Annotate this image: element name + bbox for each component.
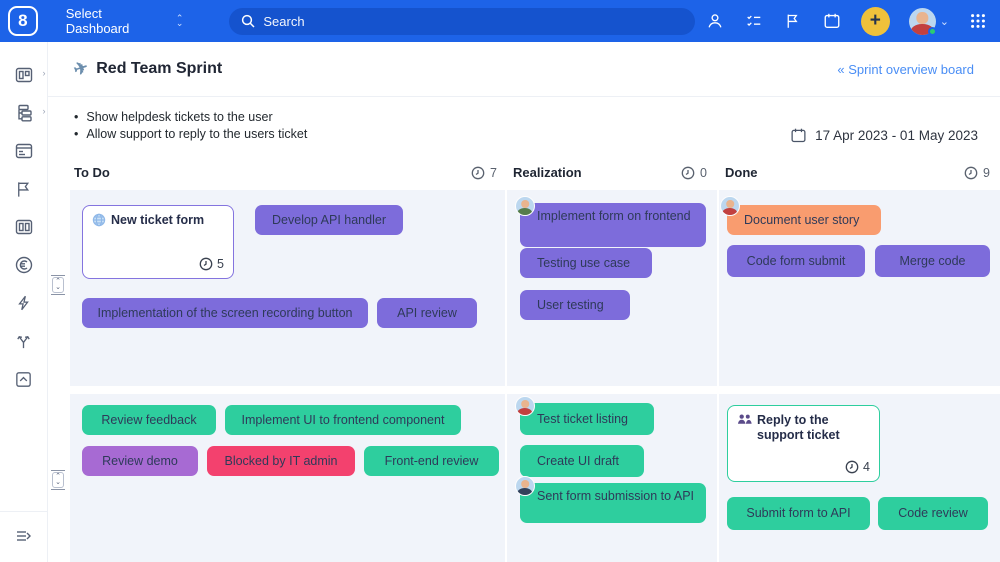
card[interactable]: Submit form to API [727, 497, 870, 530]
card[interactable]: Merge code [875, 245, 990, 277]
card-hours-badge: 5 [199, 257, 224, 271]
task-card-reply-support[interactable]: Reply to the support ticket 4 [727, 405, 880, 482]
column-hours-badge: 9 [964, 166, 990, 180]
page-header: ✈ Red Team Sprint « Sprint overview boar… [48, 42, 1000, 97]
column-headers: To Do 7 Realization 0 Done 9 [48, 155, 1000, 190]
lane2-collapse-toggle[interactable]: ⌃⌄ [50, 470, 66, 492]
card[interactable]: Code form submit [727, 245, 865, 277]
online-status-dot [928, 27, 937, 36]
card[interactable]: Testing use case [520, 248, 652, 278]
people-icon [737, 413, 752, 443]
card[interactable]: Front-end review [364, 446, 499, 476]
globe-icon [92, 213, 106, 228]
sprint-date-range: 17 Apr 2023 - 01 May 2023 [790, 115, 978, 155]
search-bar[interactable] [229, 8, 694, 35]
sidebar-item-archive[interactable] [4, 360, 44, 398]
card[interactable]: Implement UI to frontend component [225, 405, 461, 435]
lane1-collapse-toggle[interactable]: ⌃⌄ [50, 275, 66, 297]
column-hours-badge: 7 [471, 166, 497, 180]
card[interactable]: Sent form submission to API [520, 483, 706, 523]
kanban-board: ⌃⌄ ⌃⌄ New ticket form 5 Develop API hand… [48, 190, 1000, 562]
profile-icon[interactable] [705, 11, 725, 31]
card[interactable]: Review demo [82, 446, 198, 476]
card[interactable]: API review [377, 298, 477, 328]
dashboard-selector-label: Select Dashboard [66, 6, 168, 36]
card[interactable]: Blocked by IT admin [207, 446, 355, 476]
column-header-realization: Realization 0 [505, 155, 717, 190]
sidebar-item-structure[interactable]: › [4, 94, 44, 132]
top-bar: 8 Select Dashboard ⌃⌄ + ⌄ [0, 0, 1000, 42]
card[interactable]: Review feedback [82, 405, 216, 435]
left-sidebar: › › [0, 42, 48, 562]
assignee-avatar [515, 476, 535, 496]
assignee-avatar [515, 396, 535, 416]
assignee-avatar [515, 196, 535, 216]
card-hours-badge: 4 [845, 460, 870, 474]
chevron-updown-icon: ⌃⌄ [176, 16, 184, 26]
calendar-icon[interactable] [822, 11, 842, 31]
card[interactable]: Implement form on frontend [520, 203, 706, 247]
column-header-done: Done 9 [717, 155, 1000, 190]
sprint-goal-item: Allow support to reply to the users tick… [74, 126, 307, 143]
apps-grid-icon[interactable] [968, 11, 988, 31]
sidebar-item-automation[interactable] [4, 284, 44, 322]
main-content: ✈ Red Team Sprint « Sprint overview boar… [48, 42, 1000, 562]
expand-chevron-icon: › [43, 68, 46, 78]
expand-chevron-icon: › [43, 106, 46, 116]
column-header-todo: To Do 7 [48, 155, 505, 190]
chevron-down-icon: ⌄ [940, 15, 949, 28]
flag-icon[interactable] [783, 11, 803, 31]
sidebar-collapse[interactable] [0, 511, 47, 562]
card[interactable]: User testing [520, 290, 630, 320]
sprint-overview-link[interactable]: « Sprint overview board [837, 62, 974, 77]
column-hours-badge: 0 [681, 166, 707, 180]
card[interactable]: Implementation of the screen recording b… [82, 298, 368, 328]
card[interactable]: Code review [878, 497, 988, 530]
card[interactable]: Develop API handler [255, 205, 403, 235]
task-card-new-ticket-form[interactable]: New ticket form 5 [82, 205, 234, 279]
dashboard-selector[interactable]: Select Dashboard ⌃⌄ [66, 6, 184, 36]
sidebar-item-kanban[interactable] [4, 208, 44, 246]
search-icon [241, 14, 255, 28]
sprint-goal-item: Show helpdesk tickets to the user [74, 109, 307, 126]
user-menu[interactable]: ⌄ [909, 8, 949, 35]
search-input[interactable] [263, 14, 682, 29]
card[interactable]: Create UI draft [520, 445, 644, 477]
tasks-checklist-icon[interactable] [744, 11, 764, 31]
sprint-meta: Show helpdesk tickets to the user Allow … [48, 97, 1000, 155]
sprint-goals: Show helpdesk tickets to the user Allow … [74, 109, 307, 155]
app-logo[interactable]: 8 [8, 6, 38, 36]
sidebar-item-workflows[interactable] [4, 322, 44, 360]
sidebar-item-browser-window[interactable] [4, 132, 44, 170]
sprint-plane-icon: ✈ [71, 57, 91, 80]
sidebar-item-flag[interactable] [4, 170, 44, 208]
sidebar-item-boards[interactable]: › [4, 56, 44, 94]
card[interactable]: Test ticket listing [520, 403, 654, 435]
card[interactable]: Document user story [727, 205, 881, 235]
page-title: ✈ Red Team Sprint [74, 59, 222, 79]
create-new-button[interactable]: + [861, 7, 890, 36]
sidebar-item-finance[interactable] [4, 246, 44, 284]
assignee-avatar [720, 196, 740, 216]
calendar-icon [790, 127, 807, 144]
